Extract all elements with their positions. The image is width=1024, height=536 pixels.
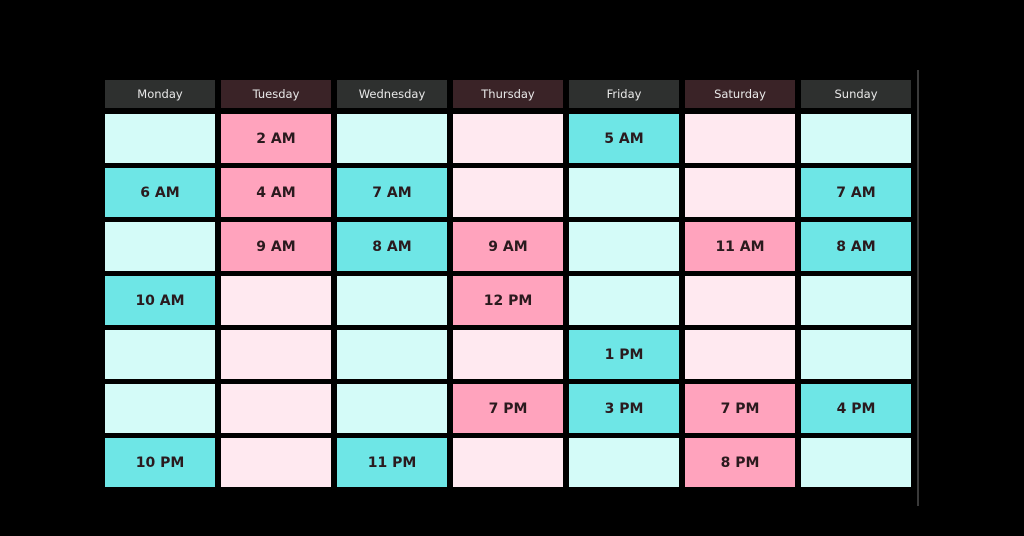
empty-slot xyxy=(221,438,331,487)
empty-slot xyxy=(801,330,911,379)
time-slot: 5 AM xyxy=(569,114,679,163)
divider xyxy=(917,70,919,506)
time-slot: 3 PM xyxy=(569,384,679,433)
day-column-saturday: Saturday 11 AM 7 PM 8 PM xyxy=(685,80,795,492)
empty-slot xyxy=(221,276,331,325)
time-slot: 7 PM xyxy=(685,384,795,433)
empty-slot xyxy=(569,276,679,325)
time-slot: 8 AM xyxy=(337,222,447,271)
time-slot: 9 AM xyxy=(453,222,563,271)
schedule-grid: Monday 6 AM 10 AM 10 PM Tuesday 2 AM 4 AM 9 AM W… xyxy=(105,80,911,492)
time-slot: 9 AM xyxy=(221,222,331,271)
day-column-friday: Friday 5 AM 1 PM 3 PM xyxy=(569,80,679,492)
empty-slot xyxy=(453,330,563,379)
empty-slot xyxy=(337,276,447,325)
day-header: Wednesday xyxy=(337,80,447,108)
empty-slot xyxy=(685,276,795,325)
empty-slot xyxy=(801,276,911,325)
empty-slot xyxy=(453,438,563,487)
day-column-thursday: Thursday 9 AM 12 PM 7 PM xyxy=(453,80,563,492)
time-slot: 8 PM xyxy=(685,438,795,487)
empty-slot xyxy=(685,330,795,379)
time-slot: 2 AM xyxy=(221,114,331,163)
empty-slot xyxy=(337,114,447,163)
empty-slot xyxy=(569,168,679,217)
time-slot: 10 PM xyxy=(105,438,215,487)
day-column-monday: Monday 6 AM 10 AM 10 PM xyxy=(105,80,215,492)
empty-slot xyxy=(801,438,911,487)
time-slot: 7 AM xyxy=(801,168,911,217)
empty-slot xyxy=(337,330,447,379)
day-header: Friday xyxy=(569,80,679,108)
time-slot: 1 PM xyxy=(569,330,679,379)
empty-slot xyxy=(221,330,331,379)
time-slot: 11 PM xyxy=(337,438,447,487)
time-slot: 10 AM xyxy=(105,276,215,325)
empty-slot xyxy=(221,384,331,433)
empty-slot xyxy=(453,114,563,163)
time-slot: 7 AM xyxy=(337,168,447,217)
day-header: Monday xyxy=(105,80,215,108)
empty-slot xyxy=(801,114,911,163)
time-slot: 11 AM xyxy=(685,222,795,271)
time-slot: 12 PM xyxy=(453,276,563,325)
time-slot: 7 PM xyxy=(453,384,563,433)
day-column-wednesday: Wednesday 7 AM 8 AM 11 PM xyxy=(337,80,447,492)
empty-slot xyxy=(105,222,215,271)
day-header: Saturday xyxy=(685,80,795,108)
empty-slot xyxy=(105,330,215,379)
day-header: Tuesday xyxy=(221,80,331,108)
time-slot: 4 AM xyxy=(221,168,331,217)
day-header: Sunday xyxy=(801,80,911,108)
time-slot: 8 AM xyxy=(801,222,911,271)
empty-slot xyxy=(685,168,795,217)
day-column-sunday: Sunday 7 AM 8 AM 4 PM xyxy=(801,80,911,492)
empty-slot xyxy=(105,384,215,433)
day-header: Thursday xyxy=(453,80,563,108)
empty-slot xyxy=(569,438,679,487)
empty-slot xyxy=(685,114,795,163)
empty-slot xyxy=(337,384,447,433)
time-slot: 6 AM xyxy=(105,168,215,217)
empty-slot xyxy=(569,222,679,271)
empty-slot xyxy=(453,168,563,217)
time-slot: 4 PM xyxy=(801,384,911,433)
empty-slot xyxy=(105,114,215,163)
day-column-tuesday: Tuesday 2 AM 4 AM 9 AM xyxy=(221,80,331,492)
